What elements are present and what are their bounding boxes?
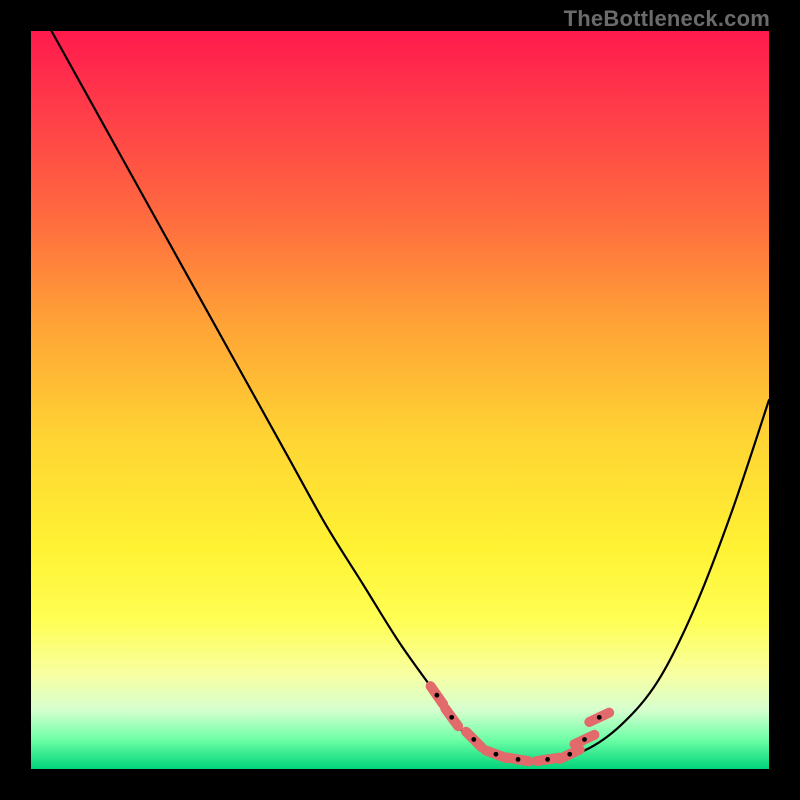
curve-marker-dot (435, 693, 440, 698)
bottleneck-curve-path (31, 31, 769, 760)
curve-marker-dot (545, 757, 550, 762)
curve-marker-dot (597, 715, 602, 720)
chart-plot-area (31, 31, 769, 769)
curve-marker-dot (516, 757, 521, 762)
bottleneck-curve-svg (31, 31, 769, 769)
curve-marker-dot (471, 737, 476, 742)
curve-markers-group (431, 686, 610, 762)
curve-marker-dot (449, 715, 454, 720)
curve-marker-dot (567, 752, 572, 757)
watermark-text: TheBottleneck.com (564, 6, 770, 32)
curve-marker-dot (582, 737, 587, 742)
curve-marker-dot (494, 752, 499, 757)
